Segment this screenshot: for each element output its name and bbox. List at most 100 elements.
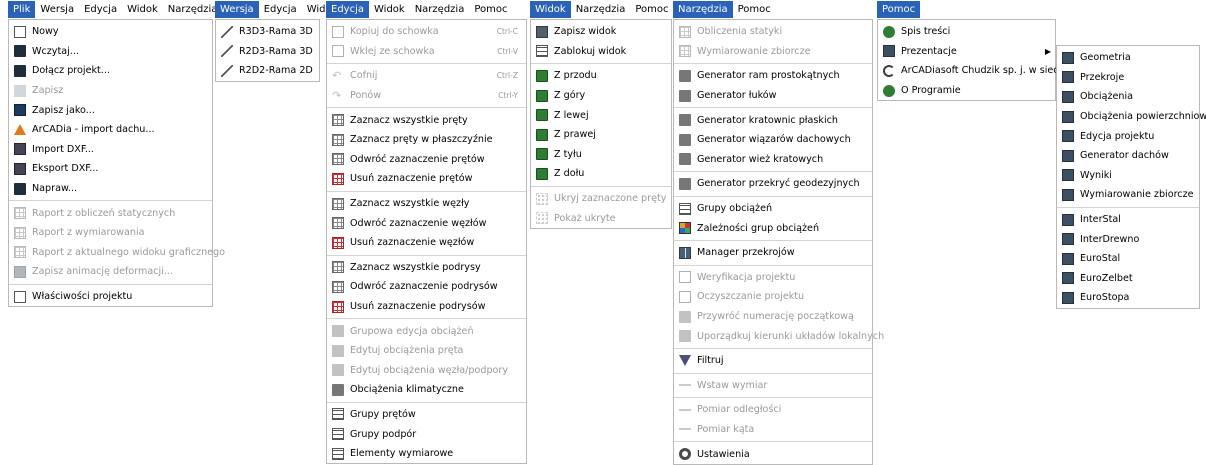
menu-item-generator-przekryc-geodezyjnych[interactable]: Generator przekryć geodezyjnych	[674, 174, 872, 194]
menu-item-filtruj[interactable]: Filtruj	[674, 351, 872, 371]
menu-item-edycja-projektu[interactable]: Edycja projektu	[1057, 126, 1199, 146]
menu-item-generator-kratownic-plaskich[interactable]: Generator kratownic płaskich	[674, 110, 872, 130]
menubar-item-narzedzia[interactable]: Narzędzia	[571, 1, 631, 18]
menu-item-zaleznosci-grup-obciazen[interactable]: Zależności grup obciążeń	[674, 218, 872, 238]
select-nodes-icon	[332, 197, 344, 210]
menu-item-manager-przekrojow[interactable]: Manager przekrojów	[674, 243, 872, 263]
menu-item-obciazenia[interactable]: Obciążenia	[1057, 87, 1199, 107]
menu-item-wlasciwosci-projektu[interactable]: Właściwości projektu	[9, 287, 212, 307]
menu-item-arcadiasoft-chudzik-sp-j-w-sieci[interactable]: ArCADiasoft Chudzik sp. j. w sieci	[878, 61, 1061, 81]
export-dxf-icon	[14, 162, 26, 175]
menu-item-r2d3-rama-3d[interactable]: R2D3-Rama 3D	[216, 42, 319, 62]
menu-item-dolacz-projekt[interactable]: Dołącz projekt...	[9, 61, 212, 81]
menu-item-label: InterDrewno	[1080, 233, 1140, 245]
menubar-item-pomoc[interactable]: Pomoc	[877, 1, 921, 18]
menubar-item-edycja[interactable]: Edycja	[326, 1, 369, 18]
menu-item-z-prawej[interactable]: Z prawej	[531, 125, 671, 145]
menu-item-usun-zaznaczenie-wezlow[interactable]: Usuń zaznaczenie węzłów	[327, 233, 526, 253]
menu-item-usun-zaznaczenie-pretow[interactable]: Usuń zaznaczenie prętów	[327, 169, 526, 189]
menu-item-grupy-podpor[interactable]: Grupy podpór	[327, 424, 526, 444]
shortcut-label: Ctrl-Y	[498, 91, 518, 101]
menubar-item-widok[interactable]: Widok	[122, 1, 163, 18]
menu-item-nowy[interactable]: Nowy	[9, 22, 212, 42]
menu-item-usun-zaznaczenie-podrysow[interactable]: Usuń zaznaczenie podrysów	[327, 297, 526, 317]
menu-item-arcadia-import-dachu[interactable]: ArCADia - import dachu...	[9, 120, 212, 140]
arch-generator-icon	[679, 89, 691, 102]
menubar-item-wersja[interactable]: Wersja	[215, 1, 259, 18]
menu-item-z-gory[interactable]: Z góry	[531, 86, 671, 106]
menu-item-label: Filtruj	[697, 355, 724, 367]
menu-item-wstaw-wymiar: Wstaw wymiar	[674, 376, 872, 396]
menubar-item-plik[interactable]: Plik	[8, 1, 36, 18]
menubar-item-pomoc[interactable]: Pomoc	[733, 1, 776, 18]
menu-item-z-lewej[interactable]: Z lewej	[531, 105, 671, 125]
menu-item-label: Zaznacz wszystkie węzły	[350, 198, 470, 210]
menubar-item-wersja[interactable]: Wersja	[35, 1, 79, 18]
menu-item-z-tylu[interactable]: Z tyłu	[531, 145, 671, 165]
menu-item-zablokuj-widok[interactable]: Zablokuj widok	[531, 42, 671, 62]
menu-item-obciazenia-klimatyczne[interactable]: Obciążenia klimatyczne	[327, 380, 526, 400]
menu-item-przekroje[interactable]: Przekroje	[1057, 68, 1199, 88]
menu-item-generator-dachow[interactable]: Generator dachów	[1057, 146, 1199, 166]
menu-item-eurozelbet[interactable]: EuroZelbet	[1057, 269, 1199, 289]
menu-item-odwroc-zaznaczenie-wezlow[interactable]: Odwróć zaznaczenie węzłów	[327, 213, 526, 233]
menu-item-r3d3-rama-3d[interactable]: R3D3-Rama 3D	[216, 22, 319, 42]
menubar-item-narzedzia[interactable]: Narzędzia	[163, 1, 223, 18]
menubar-item-pomoc[interactable]: Pomoc	[630, 1, 673, 18]
menu-item-odwroc-zaznaczenie-podrysow[interactable]: Odwróć zaznaczenie podrysów	[327, 277, 526, 297]
menu-item-wymiarowanie-zbiorcze[interactable]: Wymiarowanie zbiorcze	[1057, 185, 1199, 205]
menubar-item-pomoc[interactable]: Pomoc	[469, 1, 512, 18]
menu-item-generator-wiazarow-dachowych[interactable]: Generator wiązarów dachowych	[674, 130, 872, 150]
menubar-item-widok[interactable]: Widok	[530, 1, 571, 18]
menu-item-elementy-wymiarowe[interactable]: Elementy wymiarowe	[327, 444, 526, 464]
menubar-item-edycja[interactable]: Edycja	[259, 1, 302, 18]
menu-item-geometria[interactable]: Geometria	[1057, 48, 1199, 68]
menu-item-eksport-dxf[interactable]: Eksport DXF...	[9, 159, 212, 179]
dropdown-menu: Kopiuj do schowka Ctrl-C Wklej ze schowka C…	[326, 19, 527, 465]
menu-item-eurostal[interactable]: EuroStal	[1057, 249, 1199, 269]
menu-item-zaznacz-wszystkie-prety[interactable]: Zaznacz wszystkie pręty	[327, 110, 526, 130]
menu-item-interstal[interactable]: InterStal	[1057, 210, 1199, 230]
menubar: Narzędzia Pomoc	[673, 0, 776, 19]
menu-item-z-dolu[interactable]: Z dołu	[531, 164, 671, 184]
menu-item-z-przodu[interactable]: Z przodu	[531, 66, 671, 86]
menubar-item-narzedzia[interactable]: Narzędzia	[410, 1, 470, 18]
menu-item-grupy-pretow[interactable]: Grupy prętów	[327, 405, 526, 425]
menu-item-o-programie[interactable]: O Programie	[878, 81, 1055, 101]
menu-item-weryfikacja-projektu: Weryfikacja projektu	[674, 268, 872, 288]
menu-item-zapisz-widok[interactable]: Zapisz widok	[531, 22, 671, 42]
menu-item-grupy-obciazen[interactable]: Grupy obciążeń	[674, 199, 872, 219]
menu-item-eurostopa[interactable]: EuroStopa	[1057, 288, 1199, 308]
menu-item-spis-tresci[interactable]: Spis treści	[878, 22, 1055, 42]
menu-item-ustawienia[interactable]: Ustawienia	[674, 444, 872, 464]
menubar-item-edycja[interactable]: Edycja	[79, 1, 122, 18]
geodesic-generator-icon	[679, 177, 691, 190]
menu-item-zapisz-jako[interactable]: Zapisz jako...	[9, 100, 212, 120]
clear-nodes-icon	[332, 236, 344, 249]
menu-item-prezentacje[interactable]: Prezentacje ▶	[878, 42, 1055, 62]
view-cube-icon	[536, 148, 548, 161]
menu-item-label: Generator wiązarów dachowych	[697, 134, 851, 146]
menu-item-napraw[interactable]: Napraw...	[9, 179, 212, 199]
menu-item-zaznacz-wszystkie-podrysy[interactable]: Zaznacz wszystkie podrysy	[327, 258, 526, 278]
menubar-item-narzedzia[interactable]: Narzędzia	[673, 1, 733, 18]
menu-item-import-dxf[interactable]: Import DXF...	[9, 140, 212, 160]
menu-item-generator-ram-prostokatnych[interactable]: Generator ram prostokątnych	[674, 66, 872, 86]
menu-item-label: Zapisz	[32, 85, 64, 97]
menu-item-wyniki[interactable]: Wyniki	[1057, 166, 1199, 186]
measure-distance-icon	[679, 403, 691, 416]
menu-item-label: Zapisz animację deformacji...	[32, 266, 174, 278]
menu-item-interdrewno[interactable]: InterDrewno	[1057, 229, 1199, 249]
menu-item-generator-lukow[interactable]: Generator łuków	[674, 86, 872, 106]
menu-item-zaznacz-wszystkie-wezly[interactable]: Zaznacz wszystkie węzły	[327, 194, 526, 214]
menubar-item-widok[interactable]: Widok	[369, 1, 410, 18]
new-document-icon	[14, 25, 26, 38]
menu-item-r2d2-rama-2d[interactable]: R2D2-Rama 2D	[216, 61, 319, 81]
menu-item-generator-wiez-kratowych[interactable]: Generator wież kratowych	[674, 150, 872, 170]
menu-item-wczytaj[interactable]: Wczytaj...	[9, 42, 212, 62]
menu-item-zaznacz-prety-w-plaszczyznie[interactable]: Zaznacz pręty w płaszczyźnie	[327, 130, 526, 150]
menu-item-odwroc-zaznaczenie-pretow[interactable]: Odwróć zaznaczenie prętów	[327, 150, 526, 170]
menu-item-obciazenia-powierzchniowe[interactable]: Obciążenia powierzchniowe	[1057, 107, 1206, 127]
menu-item-label: Raport z obliczeń statycznych	[32, 207, 176, 219]
menu-item-label: Uporządkuj kierunki układów lokalnych	[697, 330, 885, 342]
